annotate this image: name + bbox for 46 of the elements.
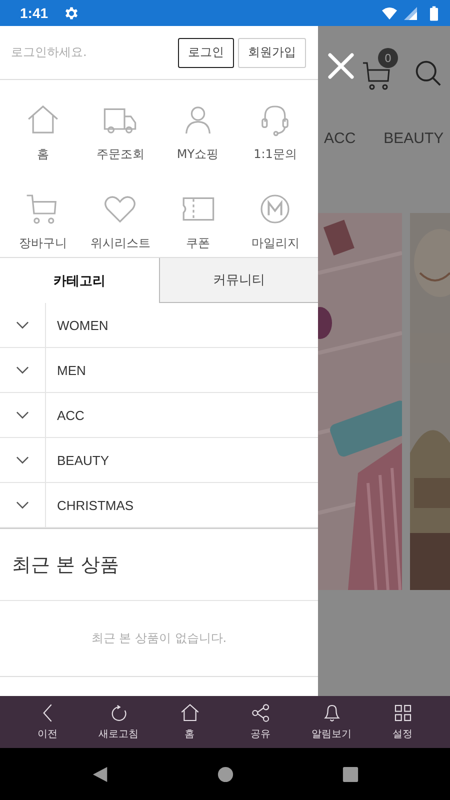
category-item[interactable]: MEN [57, 362, 86, 378]
nav-button[interactable]: 홈 [154, 696, 225, 748]
shortcut-label: 마일리지 [251, 234, 300, 252]
chevron-down-icon[interactable] [16, 321, 29, 329]
recents-icon[interactable] [342, 766, 358, 782]
tab[interactable]: 커뮤니티 [158, 258, 318, 303]
shortcut-label: 위시리스트 [90, 234, 150, 252]
category-tab[interactable]: ACC [324, 130, 356, 147]
chevron-down-icon[interactable] [16, 411, 29, 419]
shortcut-label: 1:1문의 [254, 146, 297, 163]
login-button[interactable]: 로그인 [178, 38, 234, 68]
back-icon[interactable] [92, 766, 108, 782]
category-tab[interactable]: BEAUTY [384, 130, 444, 147]
settings-icon [64, 6, 80, 20]
bell-icon [322, 703, 342, 723]
close-icon[interactable] [328, 53, 354, 79]
signal-icon [403, 6, 418, 20]
chevron-down-icon[interactable] [16, 501, 29, 509]
grid-icon [392, 703, 412, 723]
chevron-down-icon[interactable] [16, 366, 29, 374]
shortcut-label: 주문조회 [96, 146, 144, 163]
share-icon [250, 703, 270, 723]
shortcut-label: MY쇼핑 [176, 146, 219, 163]
wifi-icon [382, 6, 397, 20]
category-item[interactable]: WOMEN [57, 318, 108, 332]
cart-count-badge: 0 [378, 48, 398, 68]
nav-button[interactable]: 공유 [225, 696, 296, 748]
signup-button[interactable]: 회원가입 [238, 38, 306, 68]
nav-button[interactable]: 이전 [12, 696, 83, 748]
category-item[interactable]: ACC [57, 408, 84, 422]
nav-button[interactable]: 새로고침 [83, 696, 154, 748]
search-icon[interactable] [414, 59, 442, 87]
home-button-icon[interactable] [216, 766, 234, 782]
nav-button[interactable]: 알림보기 [296, 696, 367, 748]
chevron-down-icon[interactable] [16, 456, 29, 464]
shortcut-label: 쿠폰 [186, 234, 210, 252]
battery-icon [430, 6, 438, 20]
shortcut-label: 장바구니 [18, 234, 67, 252]
clock: 1:41 [20, 5, 48, 21]
home-icon [180, 703, 200, 723]
category-item[interactable]: CHRISTMAS [57, 498, 134, 512]
empty-message: 최근 본 상품이 없습니다. [91, 630, 227, 647]
shortcut-label: 홈 [36, 146, 49, 163]
category-item[interactable]: BEAUTY [57, 452, 110, 468]
nav-button[interactable]: 설정 [367, 696, 438, 748]
login-prompt: 로그인하세요. [11, 44, 88, 61]
